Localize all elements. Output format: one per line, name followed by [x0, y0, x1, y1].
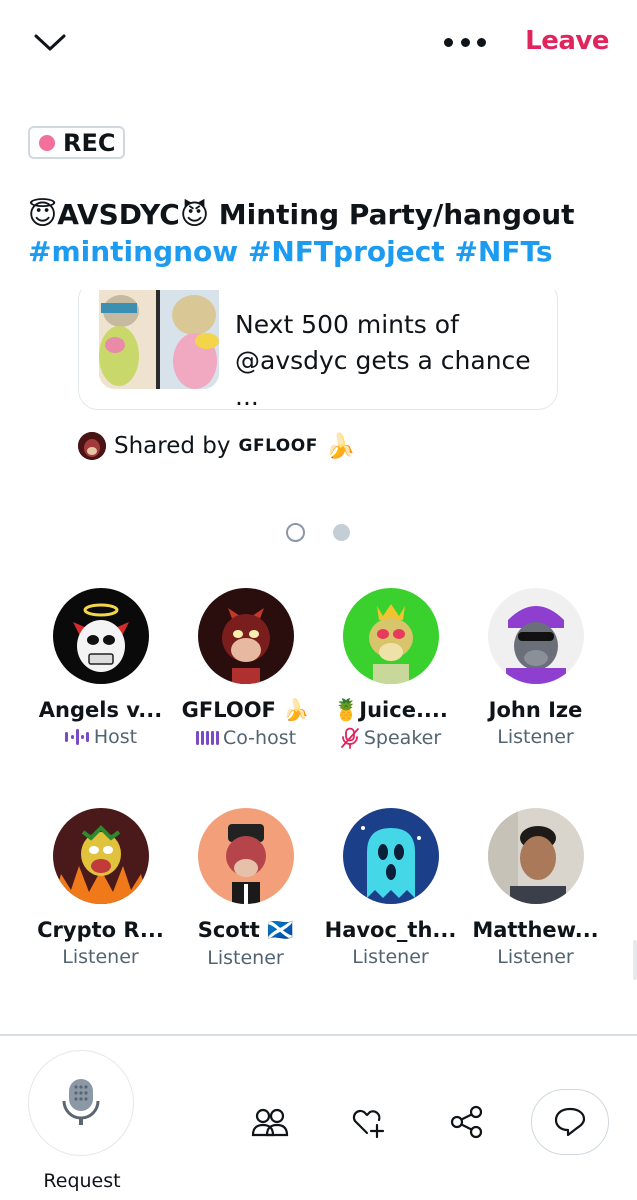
chat-bubble-icon — [554, 1107, 586, 1137]
participant-role: Listener — [28, 946, 173, 968]
participants-grid: Angels v... Host GFLOOF 🍌 Co-host 🍍Juice… — [28, 588, 608, 988]
participant-scott[interactable]: Scott 🏴󠁧󠁢󠁳󠁣󠁴󠁿 Listener — [173, 808, 318, 998]
share-icon[interactable] — [447, 1104, 487, 1140]
participant-role-label: Listener — [497, 946, 574, 968]
leave-button[interactable]: Leave — [525, 26, 609, 56]
space-title-text: 😇AVSDYC😈 Minting Party/hangout — [28, 198, 575, 231]
request-label: Request — [43, 1170, 121, 1192]
participant-juice[interactable]: 🍍Juice.... Speaker — [318, 588, 463, 778]
more-horizontal-icon[interactable] — [440, 28, 490, 56]
participant-name: GFLOOF 🍌 — [181, 698, 310, 722]
avatar — [487, 588, 584, 684]
participant-role: Host — [28, 726, 173, 748]
participant-role-label: Host — [93, 726, 138, 748]
participant-john-ize[interactable]: John Ize Listener — [463, 588, 608, 778]
participant-role: Listener — [463, 726, 608, 748]
sharer-name: GFLOOF — [238, 436, 318, 456]
participant-role-label: Listener — [207, 947, 284, 969]
recording-label: REC — [63, 128, 116, 157]
sharer-avatar — [78, 432, 106, 460]
people-icon[interactable] — [250, 1104, 290, 1140]
participant-role: Listener — [463, 946, 608, 968]
shared-tweet-viewport: Next 500 mints of @avsdyc gets a chance … — [78, 290, 560, 412]
audio-wave-icon — [64, 729, 89, 745]
participant-role: Listener — [318, 946, 463, 968]
participant-angels[interactable]: Angels v... Host — [28, 588, 173, 778]
avatar — [342, 588, 439, 684]
participant-role-label: Listener — [497, 726, 574, 748]
audio-bars-icon — [195, 731, 219, 745]
shared-tweet-card[interactable]: Next 500 mints of @avsdyc gets a chance … — [78, 290, 558, 412]
participant-role: Speaker — [318, 727, 463, 749]
pager-dot-1[interactable] — [286, 522, 305, 542]
request-mic-button[interactable] — [28, 1050, 134, 1156]
avatar — [342, 808, 439, 904]
tweet-text: Next 500 mints of @avsdyc gets a chance … — [235, 307, 555, 412]
microphone-icon — [62, 1079, 100, 1125]
recording-badge: REC — [28, 126, 125, 159]
chevron-down-icon[interactable] — [30, 24, 70, 60]
participant-name: Scott 🏴󠁧󠁢󠁳󠁣󠁴󠁿 — [197, 918, 294, 942]
top-bar: Leave — [0, 0, 637, 90]
avatar — [197, 588, 294, 684]
shared-by-prefix: Shared by — [114, 433, 231, 459]
scroll-edge-indicator — [633, 940, 637, 980]
card-pager — [286, 522, 350, 542]
avatar — [52, 588, 149, 684]
participant-name: Matthew... — [472, 918, 599, 942]
participant-role: Listener — [173, 947, 318, 969]
participant-role-label: Co-host — [222, 727, 297, 749]
participant-role-label: Listener — [62, 946, 139, 968]
space-title: 😇AVSDYC😈 Minting Party/hangout #mintingn… — [28, 196, 618, 270]
participant-name: Crypto R... — [37, 918, 164, 942]
participant-havoc[interactable]: Havoc_th... Listener — [318, 808, 463, 998]
participant-name: John Ize — [488, 698, 583, 722]
bottom-divider — [0, 1034, 637, 1036]
participant-role-label: Speaker — [363, 727, 442, 749]
heart-plus-icon[interactable] — [348, 1104, 388, 1140]
chat-bubble-button[interactable] — [531, 1089, 609, 1155]
participant-role-label: Listener — [352, 946, 429, 968]
participant-name: Havoc_th... — [324, 918, 457, 942]
participant-name: Angels v... — [38, 698, 163, 722]
avatar — [197, 808, 294, 904]
sharer-emoji: 🍌 — [325, 432, 356, 460]
tweet-text-line2: @avsdyc gets a chance ... — [235, 346, 531, 411]
participant-role: Co-host — [173, 727, 318, 749]
avatar — [52, 808, 149, 904]
participant-gfloof[interactable]: GFLOOF 🍌 Co-host — [173, 588, 318, 778]
tweet-text-line1: Next 500 mints of — [235, 310, 459, 339]
space-hashtags[interactable]: #mintingnow #NFTproject #NFTs — [28, 233, 618, 270]
tweet-thumbnail-image — [99, 290, 219, 389]
recording-dot — [39, 134, 55, 151]
pager-dot-2[interactable] — [333, 523, 350, 541]
participant-matthew[interactable]: Matthew... Listener — [463, 808, 608, 998]
shared-by[interactable]: Shared by GFLOOF 🍌 — [78, 430, 356, 462]
mic-muted-icon — [340, 727, 359, 749]
avatar — [487, 808, 584, 904]
participant-name: 🍍Juice.... — [333, 698, 448, 722]
participant-crypto[interactable]: Crypto R... Listener — [28, 808, 173, 998]
